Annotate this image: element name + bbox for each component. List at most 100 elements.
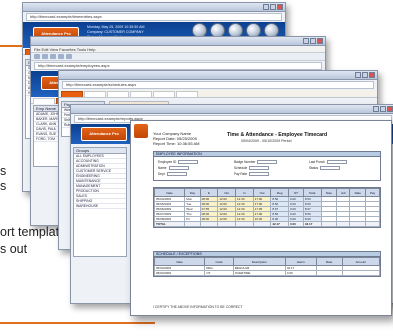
employee-info-section: EMPLOYEE INFORMATION Employee ID Name De… — [153, 151, 381, 181]
column-header: Rate — [349, 188, 367, 197]
close-icon[interactable] — [387, 106, 393, 112]
minimize-icon[interactable] — [263, 4, 269, 10]
caption-line-1: s — [0, 164, 7, 178]
minimize-icon[interactable] — [355, 72, 361, 78]
total-cell — [252, 221, 272, 227]
close-icon[interactable] — [277, 4, 283, 10]
column-header: Amount — [341, 257, 381, 266]
tab[interactable] — [176, 91, 198, 97]
window-titlebar — [31, 37, 325, 46]
table-cell: 05/04/2009 — [153, 270, 206, 276]
menu-bar[interactable]: File Edit View Favorites Tools Help — [31, 46, 325, 53]
column-header: Pay — [365, 188, 380, 197]
time-entries-body: 05/04/2009 Mon 08:00 12:00 12:30 17:00 8.50 0.0… — [153, 196, 380, 227]
back-icon[interactable] — [34, 54, 40, 59]
close-icon[interactable] — [369, 72, 375, 78]
maximize-icon[interactable] — [270, 4, 276, 10]
window-titlebar — [59, 71, 377, 80]
column-header: Out — [252, 188, 272, 197]
total-cell: 0.00 — [288, 221, 304, 227]
tab[interactable] — [33, 98, 55, 104]
address-bar[interactable]: http://timecard.example/employees.aspx — [34, 62, 322, 70]
total-cell — [217, 221, 236, 227]
brand-logo: Attendance Pro — [81, 127, 127, 141]
refresh-icon[interactable] — [58, 54, 64, 59]
total-cell — [320, 221, 338, 227]
report-title: Time & Attendance - Employee Timecard — [227, 132, 328, 138]
tab-active[interactable] — [61, 91, 83, 97]
home-icon[interactable] — [66, 54, 72, 59]
browser-toolbar — [31, 53, 325, 61]
total-row: TOTAL 42.17 0.00 42.17 — [153, 221, 380, 227]
company-block: Your Company Name Report Date: 05/25/200… — [153, 131, 199, 146]
total-cell — [184, 221, 201, 227]
field-schedule: Schedule — [234, 166, 270, 171]
field-last-punch: Last Punch — [309, 160, 347, 165]
forward-icon[interactable] — [42, 54, 48, 59]
window-titlebar — [71, 105, 393, 114]
minimize-icon[interactable] — [303, 38, 309, 44]
column-header: Reg — [270, 188, 289, 197]
company-logo — [134, 124, 148, 138]
caption-line-4: s out — [0, 242, 28, 256]
address-bar[interactable]: http://timecard.example/timeentries.aspx — [26, 13, 282, 21]
close-icon[interactable] — [317, 38, 323, 44]
tab-strip — [59, 90, 377, 98]
report-time: Report Time: 10:36:55 AM — [153, 141, 200, 146]
certification-statement: I CERTIFY THE ABOVE INFORMATION TO BE CO… — [153, 305, 243, 309]
employee-timecard-report: Your Company Name Report Date: 05/25/200… — [130, 120, 392, 316]
column-header: Out — [217, 188, 236, 197]
minimize-icon[interactable] — [373, 106, 379, 112]
field-name: Name — [158, 166, 189, 171]
caption-line-2: s — [0, 179, 7, 193]
column-header: Code — [204, 257, 234, 266]
column-header: Rate — [315, 257, 343, 266]
total-cell — [199, 221, 219, 227]
column-header: Note — [320, 188, 338, 197]
window-titlebar — [23, 3, 285, 12]
table-cell: OVERTIME — [232, 270, 286, 276]
tab[interactable] — [130, 91, 152, 97]
table-cell: 0.00 — [284, 270, 317, 276]
tab[interactable] — [84, 91, 106, 97]
field-pay-rate: Pay Rate — [234, 172, 270, 177]
list-item[interactable]: WAREHOUSE — [74, 204, 126, 209]
time-entries-table: Date Day In Out In Out Reg OT Total Note… — [153, 187, 381, 228]
column-header: Job — [336, 188, 351, 197]
report-period: 05/04/2009 - 05/10/2009 Period — [241, 139, 292, 143]
column-header: In — [234, 188, 254, 197]
maximize-icon[interactable] — [362, 72, 368, 78]
total-cell — [365, 221, 380, 227]
field-dept: Dept — [158, 172, 187, 177]
total-cell — [349, 221, 367, 227]
field-badge: Badge Number — [234, 160, 278, 165]
accent-line-bottom — [0, 322, 155, 324]
column-header: OT — [288, 188, 304, 197]
column-header: Day — [184, 188, 201, 197]
table-cell — [341, 270, 381, 276]
total-cell: 42.17 — [302, 221, 322, 227]
column-header: Date — [153, 188, 186, 197]
column-header: Total — [302, 188, 322, 197]
exceptions-section: SCHEDULE / EXCEPTIONS Date Code Descript… — [153, 251, 381, 277]
column-header: Date — [153, 257, 206, 266]
field-status: Status — [309, 166, 341, 171]
exceptions-body: 05/04/2009 REG REGULAR 42.17 05/04/2009 OT OVE… — [153, 265, 381, 276]
maximize-icon[interactable] — [310, 38, 316, 44]
tab[interactable] — [107, 91, 129, 97]
column-header: In — [199, 188, 219, 197]
total-cell: 42.17 — [270, 221, 289, 227]
groups-panel: Groups ALL EMPLOYEES ACCOUNTING ADMINIST… — [73, 147, 127, 257]
table-cell: OT — [204, 270, 234, 276]
column-header: Description — [232, 257, 286, 266]
total-cell: TOTAL — [153, 221, 186, 227]
section-title: EMPLOYEE INFORMATION — [154, 152, 380, 157]
stop-icon[interactable] — [50, 54, 56, 59]
total-cell — [336, 221, 351, 227]
table-row: 05/04/2009 OT OVERTIME 0.00 — [153, 270, 381, 276]
total-cell — [234, 221, 254, 227]
column-header: Hours — [284, 257, 317, 266]
address-bar[interactable]: http://timecard.example/schedules.aspx — [62, 81, 374, 89]
maximize-icon[interactable] — [380, 106, 386, 112]
tab[interactable] — [153, 91, 175, 97]
